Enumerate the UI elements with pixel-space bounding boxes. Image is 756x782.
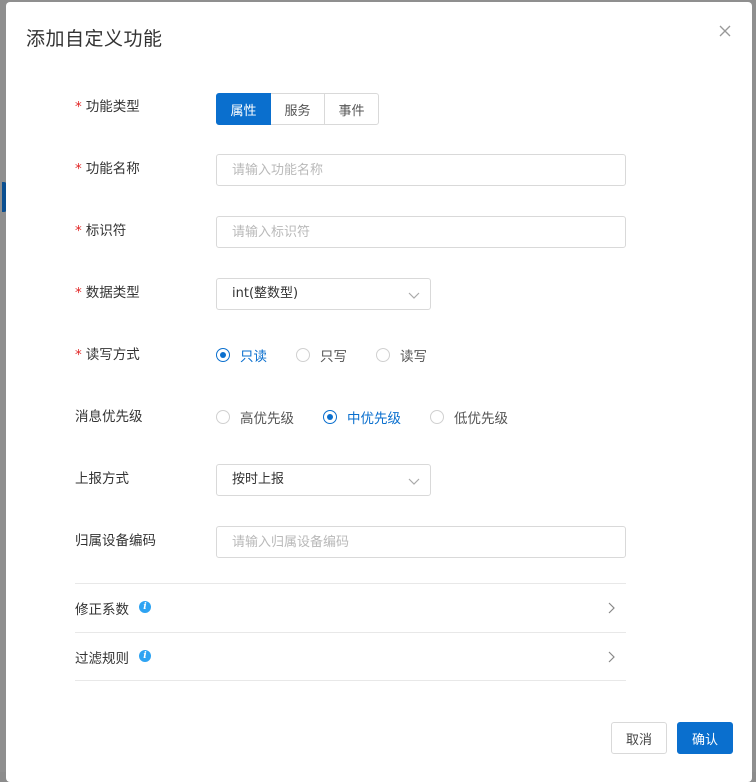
data-type-label: * 数据类型	[75, 283, 140, 303]
chevron-down-icon	[408, 478, 420, 485]
chevron-right-icon	[608, 651, 615, 663]
radio-read-only[interactable]: 只读	[216, 345, 267, 365]
rw-mode-radio-group: 只读 只写 读写	[216, 345, 457, 365]
radio-read-write[interactable]: 读写	[376, 345, 427, 365]
radio-dot	[216, 410, 230, 424]
radio-low-priority[interactable]: 低优先级	[430, 407, 508, 427]
radio-dot	[216, 348, 230, 362]
radio-label: 只写	[320, 349, 347, 365]
correction-factor-panel[interactable]: 修正系数 i	[75, 583, 626, 632]
radio-medium-priority[interactable]: 中优先级	[323, 407, 401, 427]
info-icon[interactable]: i	[139, 601, 151, 613]
data-type-value: int(整数型)	[232, 286, 299, 301]
radio-dot	[323, 410, 337, 424]
confirm-button[interactable]: 确认	[677, 722, 733, 754]
rw-mode-label: * 读写方式	[75, 345, 140, 365]
function-name-label-text: 功能名称	[85, 161, 140, 177]
identifier-input[interactable]	[216, 216, 626, 248]
required-mark: *	[75, 99, 82, 115]
panel-label: 过滤规则	[75, 651, 129, 667]
chevron-right-icon	[608, 602, 615, 614]
radio-high-priority[interactable]: 高优先级	[216, 407, 294, 427]
radio-label: 中优先级	[347, 411, 401, 427]
radio-label: 只读	[240, 349, 267, 365]
function-name-input[interactable]	[216, 154, 626, 186]
required-mark: *	[75, 285, 82, 301]
device-code-label: 归属设备编码	[75, 533, 156, 549]
priority-radio-group: 高优先级 中优先级 低优先级	[216, 407, 538, 427]
radio-label: 高优先级	[240, 411, 294, 427]
info-icon[interactable]: i	[139, 650, 151, 662]
device-code-input[interactable]	[216, 526, 626, 558]
function-type-label: * 功能类型	[75, 97, 140, 117]
function-name-label: * 功能名称	[75, 159, 140, 179]
close-icon[interactable]	[716, 22, 734, 40]
required-mark: *	[75, 161, 82, 177]
radio-label: 读写	[400, 349, 427, 365]
report-mode-select[interactable]: 按时上报	[216, 464, 431, 496]
data-type-label-text: 数据类型	[85, 285, 140, 301]
segment-service[interactable]: 服务	[270, 93, 325, 125]
identifier-label: * 标识符	[75, 221, 126, 241]
filter-rules-panel[interactable]: 过滤规则 i	[75, 632, 626, 681]
chevron-down-icon	[408, 292, 420, 299]
radio-label: 低优先级	[454, 411, 508, 427]
panel-label: 修正系数	[75, 602, 129, 618]
cancel-button[interactable]: 取消	[611, 722, 667, 754]
segment-event[interactable]: 事件	[324, 93, 379, 125]
dialog-title: 添加自定义功能	[26, 28, 163, 50]
radio-dot	[376, 348, 390, 362]
segment-property[interactable]: 属性	[216, 93, 271, 125]
radio-write-only[interactable]: 只写	[296, 345, 347, 365]
report-mode-value: 按时上报	[232, 472, 285, 487]
identifier-label-text: 标识符	[85, 223, 127, 239]
required-mark: *	[75, 223, 82, 239]
function-type-segmented: 属性 服务 事件	[216, 93, 379, 125]
function-type-label-text: 功能类型	[85, 99, 140, 115]
data-type-select[interactable]: int(整数型)	[216, 278, 431, 310]
report-mode-label: 上报方式	[75, 471, 129, 487]
rw-mode-label-text: 读写方式	[85, 347, 140, 363]
radio-dot	[296, 348, 310, 362]
radio-dot	[430, 410, 444, 424]
add-function-dialog: 添加自定义功能 *功能类型 属性 服务 事件 *功能名称 *标识符 *数据类型 …	[6, 2, 752, 782]
required-mark: *	[75, 347, 82, 363]
priority-label: 消息优先级	[75, 409, 143, 425]
